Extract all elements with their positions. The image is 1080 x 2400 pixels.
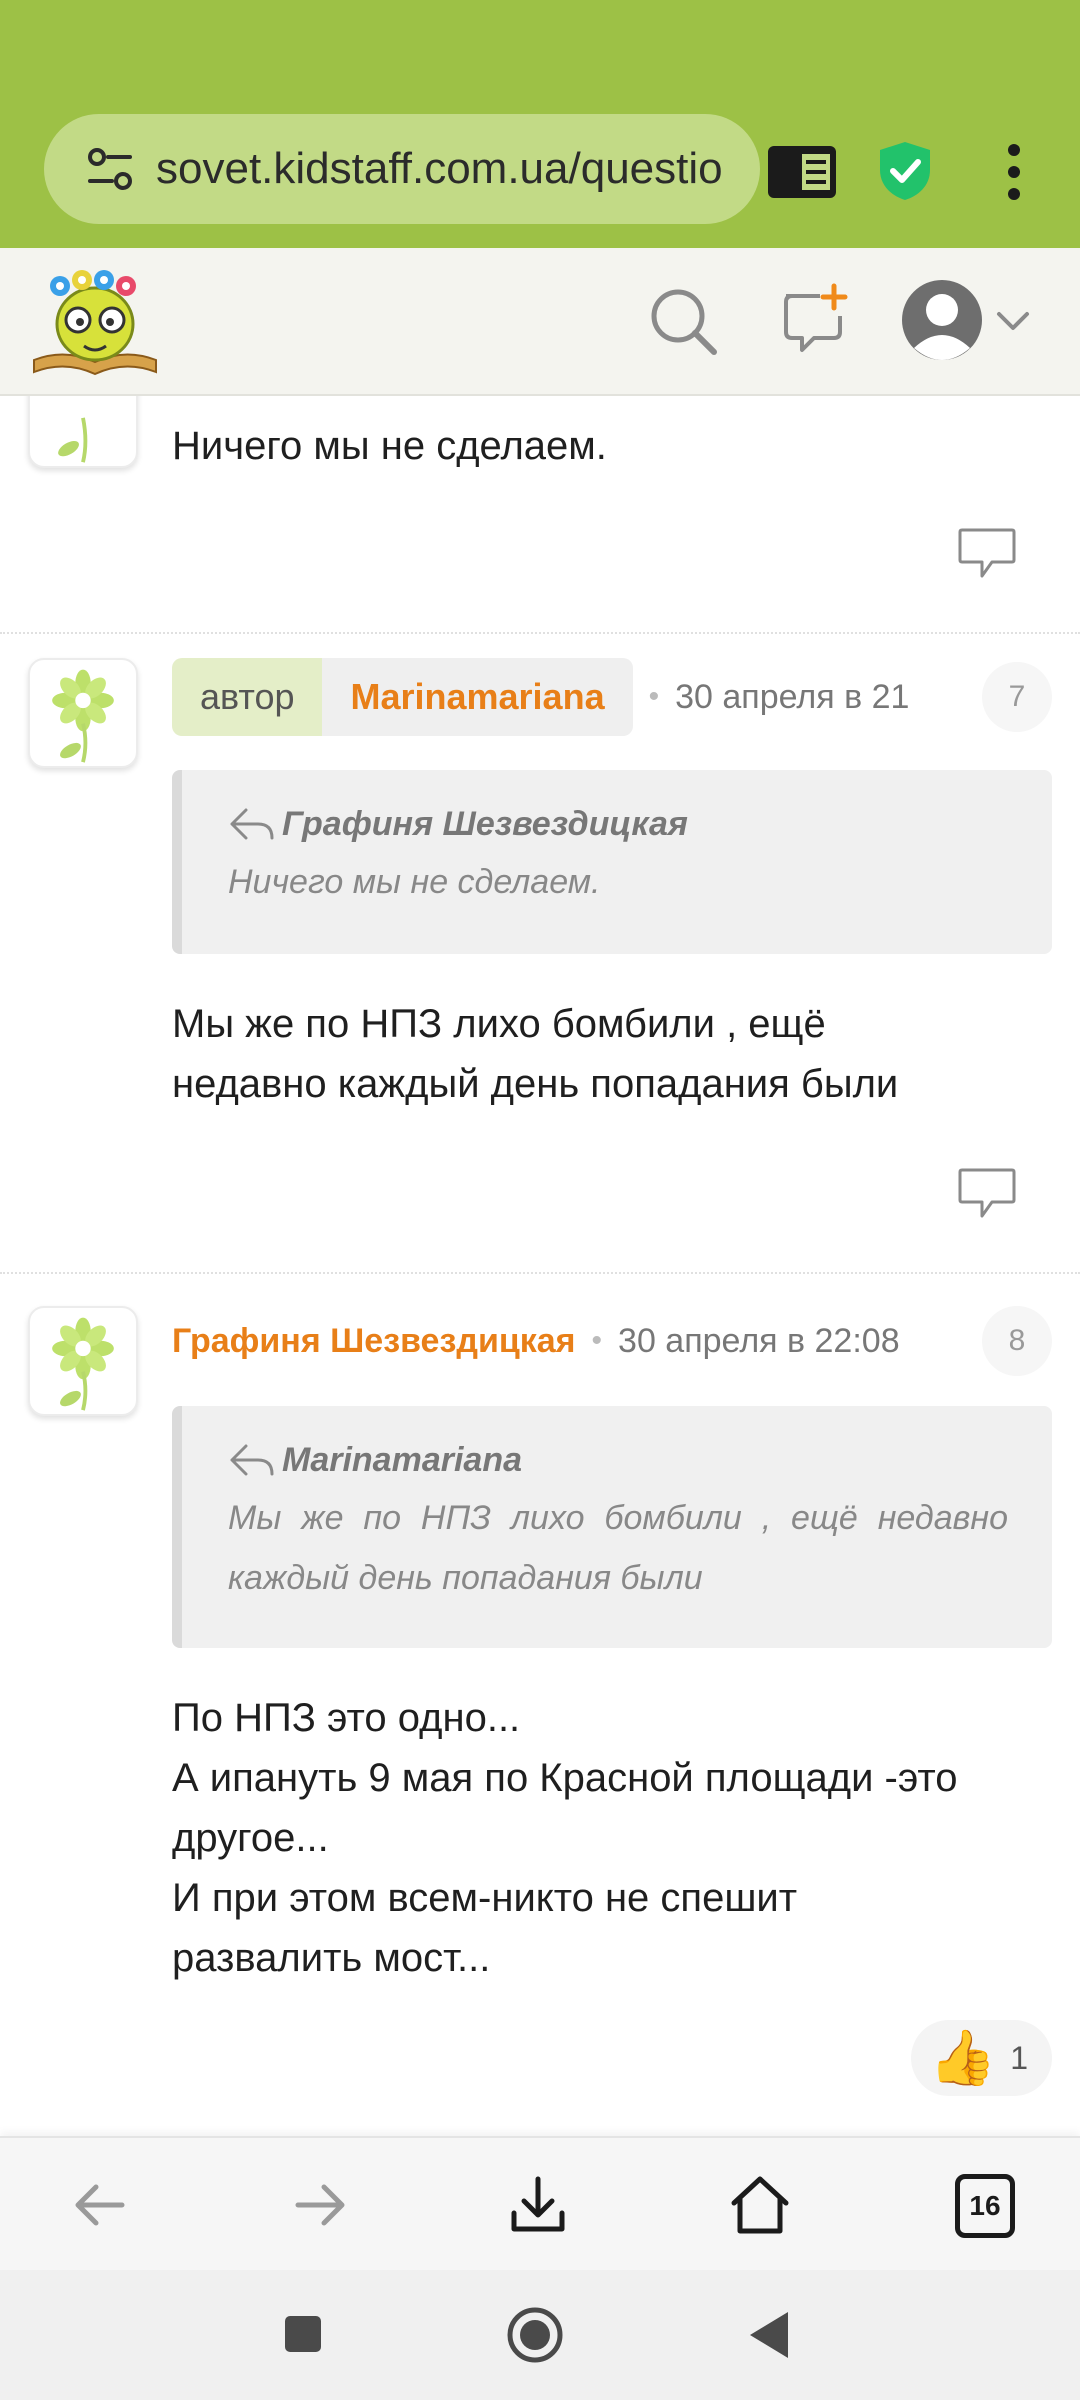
address-bar[interactable]: sovet.kidstaff.com.ua/questio (44, 114, 760, 224)
post-text: Ничего мы не сделаем. (172, 424, 607, 468)
post-text: По НПЗ это одно... А ипануть 9 мая по Кр… (172, 1696, 958, 1980)
browser-toolbar: sovet.kidstaff.com.ua/questio (0, 0, 1080, 248)
separator-dot: • (591, 1324, 603, 1357)
tabs-count-button[interactable]: 16 (955, 2174, 1015, 2238)
post-number: 7 (982, 662, 1052, 732)
reply-arrow-icon (230, 808, 274, 840)
site-logo[interactable] (30, 268, 160, 380)
system-nav-bar (0, 2270, 1080, 2400)
thumbs-up-icon: 👍 (928, 2028, 997, 2088)
recents-icon[interactable] (283, 2314, 323, 2354)
comments-list: Ничего мы не сделаем. автор Marinamarian… (0, 396, 1080, 2136)
author-badge: автор (172, 658, 323, 736)
separator-dot: • (648, 680, 660, 713)
reply-arrow-icon (230, 1444, 274, 1476)
browser-bottom-toolbar: 16 (0, 2136, 1080, 2272)
back-triangle-icon[interactable] (748, 2310, 790, 2360)
avatar[interactable] (28, 658, 138, 768)
more-menu-icon[interactable] (1000, 140, 1028, 204)
post-date: 30 апреля в 22:08 (618, 1321, 900, 1360)
home-icon[interactable] (728, 2173, 792, 2237)
quote-text: Ничего мы не сделаем. (228, 863, 601, 901)
user-avatar-icon[interactable] (900, 278, 984, 362)
like-count: 1 (1010, 2039, 1028, 2076)
divider (0, 1272, 1080, 1274)
post-date: 30 апреля в 21 (675, 677, 910, 716)
download-icon[interactable] (506, 2173, 570, 2237)
reader-mode-icon[interactable] (766, 144, 838, 200)
post-number: 8 (982, 1306, 1052, 1376)
post-meta: автор Marinamariana • 30 апреля в 21 (172, 658, 909, 736)
avatar[interactable] (28, 1306, 138, 1416)
search-icon[interactable] (648, 286, 718, 356)
divider (0, 632, 1080, 634)
post-meta: Графиня Шезвездицкая • 30 апреля в 22:08 (172, 1302, 900, 1380)
home-circle-icon[interactable] (506, 2306, 564, 2364)
new-question-icon[interactable] (780, 282, 850, 356)
back-arrow-icon[interactable] (68, 2173, 132, 2237)
quote-author: Marinamariana (228, 1440, 1008, 1480)
quote-block: Marinamariana Мы же по НПЗ лихо бомбили … (172, 1406, 1052, 1648)
author-name[interactable]: Графиня Шезвездицкая (172, 1322, 576, 1361)
quote-text: Мы же по НПЗ лихо бомбили , ещё недавно … (228, 1499, 1008, 1597)
author-name[interactable]: Marinamariana (322, 658, 633, 736)
reply-icon[interactable] (956, 526, 1018, 582)
site-settings-icon[interactable] (84, 143, 136, 195)
quote-author: Графиня Шезвездицкая (228, 804, 1008, 844)
post-text: Мы же по НПЗ лихо бомбили , ещё недавно … (172, 1002, 899, 1106)
shield-check-icon[interactable] (876, 140, 934, 202)
like-button[interactable]: 👍 1 (910, 2020, 1052, 2096)
forward-arrow-icon[interactable] (288, 2173, 352, 2237)
reply-icon[interactable] (956, 1166, 1018, 1222)
url-text: sovet.kidstaff.com.ua/questio (156, 144, 723, 193)
quote-block: Графиня Шезвездицкая Ничего мы не сделае… (172, 770, 1052, 954)
avatar[interactable] (28, 396, 138, 468)
site-header (0, 248, 1080, 396)
chevron-down-icon[interactable] (996, 310, 1030, 332)
